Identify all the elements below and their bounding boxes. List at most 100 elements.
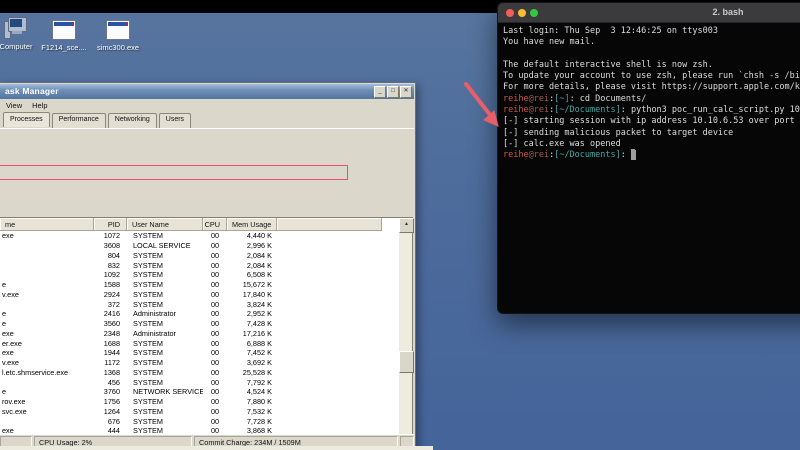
task-manager-window: ask Manager _ □ ✕ View Help Processes Perf… — [0, 82, 416, 450]
process-user-name: SYSTEM — [133, 270, 164, 280]
process-list: me PID User Name CPU Mem Usage exe 1072 SY… — [0, 217, 414, 450]
terminal-line: You have new mail. — [503, 37, 800, 48]
terminal-title: 2. bash — [712, 7, 744, 17]
minimize-button[interactable]: _ — [374, 86, 386, 98]
process-pid: 1092 — [103, 270, 120, 280]
process-row[interactable]: svc.exe 1264 SYSTEM 00 7,532 K — [0, 407, 399, 417]
process-cpu: 00 — [210, 377, 220, 387]
process-row[interactable]: exe 2348 Administrator 00 17,216 K — [0, 329, 399, 339]
process-user-name: SYSTEM — [133, 416, 164, 426]
process-pid: 1588 — [103, 280, 120, 290]
screen: Computer F1214_sce.... simc300.exe ask M… — [0, 0, 800, 450]
process-pid: 676 — [107, 416, 120, 426]
process-mem-usage: 2,084 K — [246, 250, 272, 260]
column-header-cpu[interactable]: CPU — [203, 218, 227, 231]
process-row[interactable]: e 3760 NETWORK SERVICE 00 4,524 K — [0, 387, 399, 397]
process-mem-usage: 2,996 K — [246, 241, 272, 251]
process-cpu: 00 — [210, 280, 220, 290]
terminal-line: reihe@rei:[~]: cd Documents/ — [503, 94, 800, 105]
process-user-name: Administrator — [133, 328, 176, 338]
terminal-titlebar[interactable]: 2. bash — [498, 3, 800, 23]
process-cpu: 00 — [210, 367, 220, 377]
process-user-name: SYSTEM — [133, 358, 164, 368]
process-row[interactable]: er.exe 1688 SYSTEM 00 6,888 K — [0, 338, 399, 348]
process-row[interactable]: e 3560 SYSTEM 00 7,428 K — [0, 319, 399, 329]
maximize-button[interactable]: □ — [387, 86, 399, 98]
process-row[interactable]: 372 SYSTEM 00 3,824 K — [0, 299, 399, 309]
highlight-rectangle-annotation — [0, 165, 348, 180]
tab-users[interactable]: Users — [158, 113, 192, 128]
process-row[interactable]: exe 1072 SYSTEM 00 4,440 K — [0, 231, 399, 241]
process-cpu: 00 — [210, 319, 220, 329]
scroll-up-icon[interactable]: ▲ — [399, 218, 414, 233]
terminal-line: reihe@rei:[~/Documents]: python3 poc_run… — [503, 105, 800, 116]
process-image-name: svc.exe — [2, 406, 27, 416]
process-cpu: 00 — [210, 241, 220, 251]
terminal-line: [-] calc.exe was opened — [503, 139, 800, 150]
process-image-name: e — [2, 387, 7, 397]
process-row[interactable]: 456 SYSTEM 00 7,792 K — [0, 377, 399, 387]
terminal-text-segment: [-] starting session with ip address 10.… — [503, 116, 800, 127]
desktop-icon-simc300[interactable]: simc300.exe — [90, 20, 146, 52]
scrollbar-thumb[interactable] — [399, 351, 414, 373]
process-row[interactable]: rov.exe 1756 SYSTEM 00 7,880 K — [0, 397, 399, 407]
process-image-name: v.exe — [2, 358, 19, 368]
process-cpu: 00 — [210, 358, 220, 368]
process-mem-usage: 4,440 K — [246, 231, 272, 241]
process-row[interactable]: 1092 SYSTEM 00 6,508 K — [0, 270, 399, 280]
menu-item-help[interactable]: Help — [32, 101, 47, 110]
tab-performance[interactable]: Performance — [51, 113, 106, 128]
process-pid: 372 — [107, 299, 120, 309]
process-row[interactable]: 832 SYSTEM 00 2,084 K — [0, 260, 399, 270]
process-row[interactable]: l.etc.shmservice.exe 1368 SYSTEM 00 25,528 K — [0, 368, 399, 378]
process-list-header: me PID User Name CPU Mem Usage — [0, 218, 382, 231]
process-user-name: SYSTEM — [133, 250, 164, 260]
column-header-image-name[interactable]: me — [0, 218, 94, 231]
process-row[interactable]: e 1588 SYSTEM 00 15,672 K — [0, 280, 399, 290]
tab-processes[interactable]: Processes — [3, 112, 50, 127]
process-row[interactable]: 804 SYSTEM 00 2,084 K — [0, 251, 399, 261]
process-cpu: 00 — [210, 348, 220, 358]
terminal-text-segment: @rei — [528, 150, 550, 161]
process-row[interactable]: v.exe 1172 SYSTEM 00 3,692 K — [0, 358, 399, 368]
process-mem-usage: 6,508 K — [246, 270, 272, 280]
process-mem-usage: 2,952 K — [246, 309, 272, 319]
desktop-icon-f1214[interactable]: F1214_sce.... — [36, 20, 92, 52]
terminal-text-segment: [~] — [554, 93, 570, 104]
arrow-annotation — [464, 82, 499, 127]
tab-networking[interactable]: Networking — [107, 113, 157, 128]
menu-bar: View Help — [0, 99, 414, 111]
menu-item-view[interactable]: View — [6, 101, 22, 110]
process-row[interactable]: 676 SYSTEM 00 7,728 K — [0, 416, 399, 426]
process-user-name: SYSTEM — [133, 319, 164, 329]
process-image-name: exe — [2, 231, 14, 241]
task-manager-titlebar[interactable]: ask Manager _ □ ✕ — [0, 84, 414, 99]
column-header-pid[interactable]: PID — [94, 218, 127, 231]
terminal-text-segment: [-] sending malicious packet to target d… — [503, 127, 734, 138]
process-mem-usage: 6,888 K — [246, 338, 272, 348]
close-button[interactable]: ✕ — [400, 86, 412, 98]
terminal-text-segment: reihe — [503, 150, 529, 161]
process-image-name: rov.exe — [2, 397, 26, 407]
process-user-name: SYSTEM — [133, 338, 164, 348]
terminal-window: 2. bash Last login: Thu Sep 3 12:46:25 o… — [497, 2, 800, 314]
process-pid: 3608 — [103, 241, 120, 251]
desktop-icon-label: F1214_sce.... — [41, 43, 87, 52]
process-user-name: SYSTEM — [133, 406, 164, 416]
process-row[interactable]: v.exe 2924 SYSTEM 00 17,840 K — [0, 290, 399, 300]
terminal-text-segment: @rei — [528, 105, 550, 116]
process-row[interactable]: exe 1944 SYSTEM 00 7,452 K — [0, 348, 399, 358]
terminal-text-segment: : cd Documents/ — [569, 93, 647, 104]
letterbox-strip-bottom — [0, 446, 433, 450]
process-cpu: 00 — [210, 289, 220, 299]
process-image-name: e — [2, 280, 7, 290]
vertical-scrollbar[interactable]: ▲ ▼ — [399, 218, 414, 450]
process-row[interactable]: e 2416 Administrator 00 2,952 K — [0, 309, 399, 319]
terminal-text-segment: You have new mail. — [503, 37, 596, 48]
process-row[interactable]: 3608 LOCAL SERVICE 00 2,996 K — [0, 241, 399, 251]
column-header-user-name[interactable]: User Name — [127, 218, 203, 231]
terminal-text-segment: [~/Documents] — [554, 150, 621, 161]
process-user-name: SYSTEM — [133, 348, 164, 358]
column-header-mem-usage[interactable]: Mem Usage — [227, 218, 277, 231]
